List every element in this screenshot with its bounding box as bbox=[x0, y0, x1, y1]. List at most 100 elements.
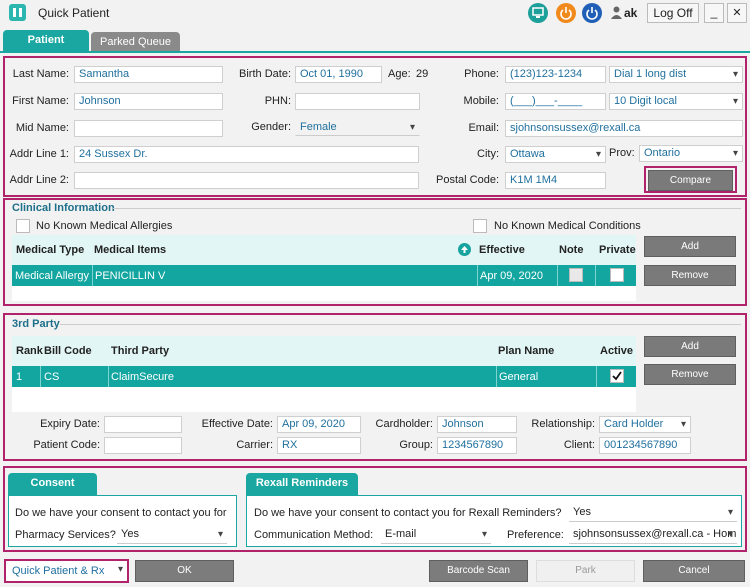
last-name-label: Last Name: bbox=[12, 68, 69, 80]
group-label: Group: bbox=[399, 439, 433, 451]
note-checkbox[interactable] bbox=[569, 268, 583, 282]
col-rank: Rank bbox=[16, 345, 43, 357]
phone-label: Phone: bbox=[464, 68, 499, 80]
cardholder-field[interactable]: Johnson bbox=[437, 416, 517, 433]
postal-code-label: Postal Code: bbox=[436, 174, 499, 186]
table-row[interactable]: Medical Allergy PENICILLIN V Apr 09, 202… bbox=[12, 265, 636, 286]
expiry-date-field[interactable] bbox=[104, 416, 182, 433]
col-divider bbox=[496, 366, 497, 387]
clinical-info-panel: Clinical Information No Known Medical Al… bbox=[3, 198, 747, 306]
checkmark-icon bbox=[612, 371, 622, 381]
carrier-field[interactable]: RX bbox=[277, 437, 361, 454]
city-label: City: bbox=[477, 148, 499, 160]
table-row[interactable]: 1 CS ClaimSecure General bbox=[12, 366, 636, 387]
third-party-panel: 3rd Party Rank Bill Code Third Party Pla… bbox=[3, 313, 747, 461]
carrier-label: Carrier: bbox=[236, 439, 273, 451]
age-label: Age: bbox=[388, 68, 411, 80]
phone-field[interactable]: (123)123-1234 bbox=[505, 66, 606, 83]
prov-select[interactable]: Ontario bbox=[639, 145, 743, 162]
monitor-icon[interactable] bbox=[528, 3, 548, 23]
mobile-type-select[interactable]: 10 Digit local bbox=[609, 93, 743, 110]
method-select[interactable]: E-mail bbox=[381, 527, 491, 544]
barcode-scan-button[interactable]: Barcode Scan bbox=[429, 560, 528, 582]
phn-field[interactable] bbox=[295, 93, 420, 110]
cell-medical-items: PENICILLIN V bbox=[95, 270, 166, 282]
birth-date-field[interactable]: Oct 01, 1990 bbox=[295, 66, 382, 83]
col-divider bbox=[477, 265, 478, 286]
clinical-table-empty bbox=[12, 286, 636, 301]
col-divider bbox=[595, 265, 596, 286]
sort-up-icon[interactable] bbox=[458, 243, 471, 256]
park-button[interactable]: Park bbox=[536, 560, 635, 582]
col-third-party: Third Party bbox=[111, 345, 170, 357]
cancel-button[interactable]: Cancel bbox=[643, 560, 745, 582]
cell-rank: 1 bbox=[16, 371, 23, 383]
patient-code-field[interactable] bbox=[104, 437, 182, 454]
active-checkbox[interactable] bbox=[610, 369, 624, 383]
logoff-button[interactable]: Log Off bbox=[647, 3, 699, 23]
tab-patient[interactable]: Patient bbox=[3, 30, 89, 52]
gender-select[interactable]: Female bbox=[295, 119, 420, 136]
power-blue-icon[interactable] bbox=[582, 3, 602, 23]
cell-plan-name: General bbox=[499, 371, 539, 383]
prov-label: Prov: bbox=[609, 147, 635, 159]
mobile-field[interactable]: (___)___-____ bbox=[505, 93, 606, 110]
first-name-label: First Name: bbox=[12, 95, 69, 107]
addr2-field[interactable] bbox=[74, 172, 419, 189]
power-orange-icon[interactable] bbox=[556, 3, 576, 23]
chevron-down-icon: ▾ bbox=[117, 564, 123, 575]
effective-date-label: Effective Date: bbox=[201, 418, 273, 430]
title-bar: Quick Patient ak Log Off _ ✕ bbox=[0, 0, 750, 26]
window-title: Quick Patient bbox=[38, 6, 110, 20]
nkmc-checkbox[interactable] bbox=[473, 219, 487, 233]
nkma-checkbox[interactable] bbox=[16, 219, 30, 233]
addr1-field[interactable]: 24 Sussex Dr. bbox=[74, 146, 419, 163]
tab-consent[interactable]: Consent bbox=[8, 473, 97, 495]
preference-select[interactable]: sjohnsonsussex@rexall.ca - Hom bbox=[569, 527, 737, 544]
email-label: Email: bbox=[468, 122, 499, 134]
preference-label: Preference: bbox=[507, 529, 564, 541]
consent-panel: Consent Do we have your consent to conta… bbox=[3, 466, 747, 552]
mobile-label: Mobile: bbox=[463, 95, 499, 107]
col-divider bbox=[40, 366, 41, 387]
clinical-remove-button[interactable]: Remove bbox=[644, 265, 736, 286]
patient-code-label: Patient Code: bbox=[33, 439, 100, 451]
city-select[interactable]: Ottawa bbox=[505, 146, 606, 163]
col-private: Private bbox=[599, 244, 636, 256]
expiry-date-label: Expiry Date: bbox=[40, 418, 100, 430]
client-field[interactable]: 001234567890 bbox=[599, 437, 691, 454]
first-name-field[interactable]: Johnson bbox=[74, 93, 223, 110]
clinical-title: Clinical Information bbox=[12, 202, 115, 214]
third-party-remove-button[interactable]: Remove bbox=[644, 364, 736, 385]
reminders-question: Do we have your consent to contact you f… bbox=[254, 507, 562, 519]
last-name-field[interactable]: Samantha bbox=[74, 66, 223, 83]
postal-code-field[interactable]: K1M 1M4 bbox=[505, 172, 606, 189]
gender-label: Gender: bbox=[251, 121, 291, 133]
col-effective: Effective bbox=[479, 244, 525, 256]
tab-parked-queue[interactable]: Parked Queue bbox=[91, 32, 180, 52]
minimize-button[interactable]: _ bbox=[704, 3, 724, 23]
email-field[interactable]: sjohnsonsussex@rexall.ca bbox=[505, 120, 743, 137]
reminders-consent-select[interactable]: Yes bbox=[569, 505, 737, 522]
ok-button[interactable]: OK bbox=[135, 560, 234, 582]
compare-button[interactable]: Compare bbox=[648, 170, 733, 191]
mode-select[interactable]: Quick Patient & Rx ▾ bbox=[4, 559, 129, 583]
private-checkbox[interactable] bbox=[610, 268, 624, 282]
col-divider bbox=[92, 265, 93, 286]
relationship-select[interactable]: Card Holder bbox=[599, 416, 691, 433]
phone-type-select[interactable]: Dial 1 long dist bbox=[609, 66, 743, 83]
nkmc-label: No Known Medical Conditions bbox=[494, 220, 641, 232]
col-active: Active bbox=[600, 345, 634, 357]
mid-name-field[interactable] bbox=[74, 120, 223, 137]
group-field[interactable]: 1234567890 bbox=[437, 437, 517, 454]
third-party-title: 3rd Party bbox=[12, 318, 60, 330]
close-button[interactable]: ✕ bbox=[727, 3, 747, 23]
addr2-label: Addr Line 2: bbox=[9, 174, 69, 186]
clinical-add-button[interactable]: Add bbox=[644, 236, 736, 257]
user-icon bbox=[611, 6, 622, 19]
effective-date-field[interactable]: Apr 09, 2020 bbox=[277, 416, 361, 433]
cell-bill-code: CS bbox=[44, 371, 60, 383]
pharmacy-consent-select[interactable]: Yes bbox=[117, 527, 227, 544]
third-party-add-button[interactable]: Add bbox=[644, 336, 736, 357]
tab-rexall-reminders[interactable]: Rexall Reminders bbox=[246, 473, 358, 495]
